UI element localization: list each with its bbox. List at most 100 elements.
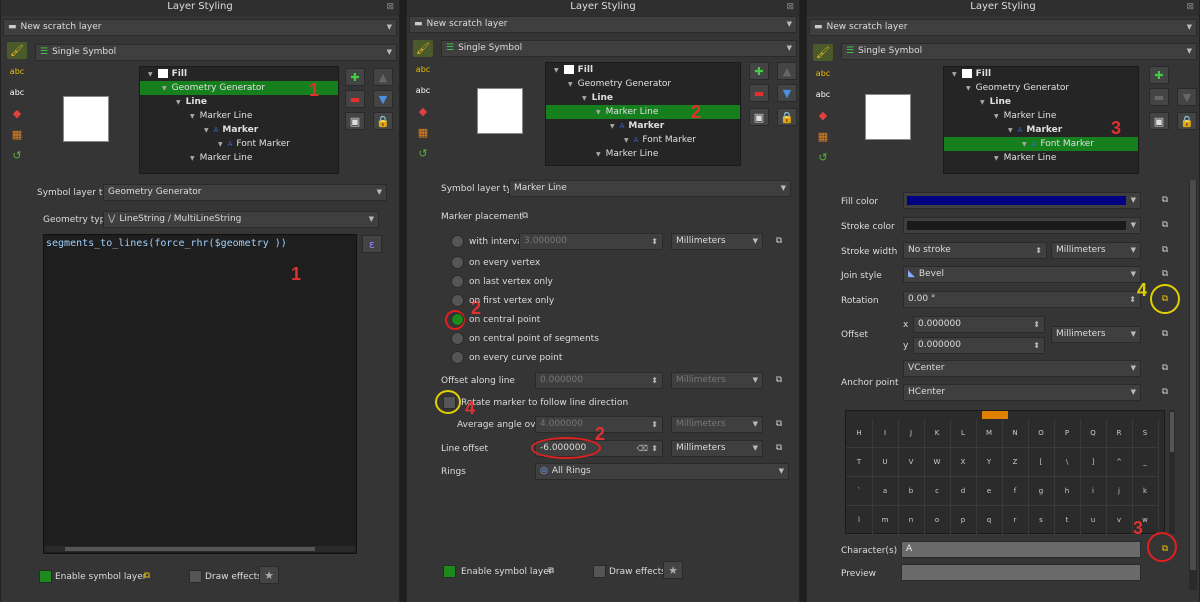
char-cell[interactable]: R <box>1106 419 1133 448</box>
tree-item[interactable]: ▼ A Font Marker <box>944 137 1138 151</box>
char-cell[interactable]: a <box>872 477 899 506</box>
symbology-icon[interactable]: 🖌 <box>7 42 27 59</box>
char-cell[interactable]: X <box>950 448 977 477</box>
enable-symbol-layer-checkbox[interactable] <box>39 570 52 583</box>
char-cell[interactable]: Z <box>1002 448 1029 477</box>
rings-combo[interactable]: ◎ All Rings ▼ <box>535 463 789 480</box>
expand-arrow-icon[interactable]: ▼ <box>148 71 153 78</box>
diagrams-icon[interactable]: ▦ <box>813 128 833 145</box>
average-angle-unit-combo[interactable]: Millimeters ▼ <box>671 416 763 433</box>
expand-arrow-icon[interactable]: ▼ <box>582 95 587 102</box>
lock-icon[interactable]: 🔒 <box>373 112 393 130</box>
move-up-button[interactable]: ▲ <box>373 68 393 86</box>
char-cell[interactable]: n <box>898 506 925 535</box>
layer-combo[interactable]: ▬ New scratch layer ▼ <box>409 16 797 33</box>
char-cell[interactable]: Q <box>1080 419 1107 448</box>
rotation-spinbox[interactable]: 0.00 ° ⬍ <box>903 291 1141 308</box>
close-icon[interactable]: ⊠ <box>386 0 394 14</box>
char-cell[interactable]: ` <box>846 477 873 506</box>
horizontal-scrollbar[interactable] <box>45 546 355 552</box>
data-defined-override-icon[interactable]: ⧉ <box>771 373 787 387</box>
character-map-scrollbar[interactable] <box>1169 410 1175 534</box>
expression-builder-button[interactable]: ε <box>362 235 382 253</box>
history-icon[interactable]: ↺ <box>813 149 833 166</box>
interval-unit-combo[interactable]: Millimeters ▼ <box>671 233 763 250</box>
stroke-color-button[interactable]: ▼ <box>903 217 1141 234</box>
move-down-button[interactable]: ▼ <box>1177 88 1197 106</box>
tree-item[interactable]: ▼ A Font Marker <box>140 137 338 151</box>
char-cell[interactable]: v <box>1106 506 1133 535</box>
char-cell[interactable]: b <box>898 477 925 506</box>
symbol-layer-type-combo[interactable]: Geometry Generator ▼ <box>103 184 387 201</box>
char-cell[interactable]: t <box>1054 506 1081 535</box>
char-cell[interactable]: _ <box>1132 448 1159 477</box>
draw-effects-checkbox[interactable] <box>189 570 202 583</box>
duplicate-layer-button[interactable]: ▣ <box>1149 112 1169 130</box>
stroke-width-unit-combo[interactable]: Millimeters ▼ <box>1051 242 1141 259</box>
expand-arrow-icon[interactable]: ▼ <box>190 155 195 162</box>
char-cell[interactable]: N <box>1002 419 1029 448</box>
tree-item[interactable]: ▼ Marker Line <box>140 109 338 123</box>
data-defined-override-icon[interactable]: ⧉ <box>1157 361 1173 375</box>
layer-combo[interactable]: ▬ New scratch layer ▼ <box>3 19 397 36</box>
expand-arrow-icon[interactable]: ▼ <box>952 71 957 78</box>
move-down-button[interactable]: ▼ <box>373 90 393 108</box>
renderer-combo[interactable]: ☰ Single Symbol ▼ <box>841 43 1197 60</box>
join-style-combo[interactable]: ◣ Bevel ▼ <box>903 266 1141 283</box>
add-layer-button[interactable]: ✚ <box>345 68 365 86</box>
radio-with-interval[interactable] <box>451 235 464 248</box>
tree-item[interactable]: ▼ Fill <box>944 67 1138 81</box>
offset-along-unit-combo[interactable]: Millimeters ▼ <box>671 372 763 389</box>
char-cell[interactable]: S <box>1132 419 1159 448</box>
char-cell[interactable]: M <box>976 419 1003 448</box>
offset-y-spinbox[interactable]: 0.000000 ⬍ <box>913 337 1045 354</box>
expand-arrow-icon[interactable]: ▼ <box>204 127 209 134</box>
char-cell[interactable]: O <box>1028 419 1055 448</box>
char-cell[interactable]: V <box>898 448 925 477</box>
char-cell[interactable]: I <box>872 419 899 448</box>
data-defined-override-icon[interactable]: ⧉ <box>771 417 787 431</box>
char-cell[interactable]: U <box>872 448 899 477</box>
char-cell[interactable]: ] <box>1080 448 1107 477</box>
data-defined-override-icon[interactable]: ⧉ <box>1157 218 1173 232</box>
tree-item[interactable]: ▼ Line <box>546 91 740 105</box>
symbology-icon[interactable]: 🖌 <box>413 40 433 57</box>
symbol-layer-tree[interactable]: ▼ Fill ▼ Geometry Generator ▼ Line ▼ Marker Lin… <box>545 62 741 166</box>
lock-icon[interactable]: 🔒 <box>777 108 797 126</box>
tree-item[interactable]: ▼ Marker Line <box>546 147 740 161</box>
data-defined-override-icon[interactable]: ⧉ <box>139 569 155 583</box>
expand-arrow-icon[interactable]: ▼ <box>966 85 971 92</box>
diagrams-icon[interactable]: ▦ <box>7 126 27 143</box>
expand-arrow-icon[interactable]: ▼ <box>994 113 999 120</box>
radio-placement[interactable] <box>451 351 464 364</box>
masks-icon[interactable]: abc <box>813 86 833 103</box>
data-defined-override-icon[interactable]: ⧉ <box>771 234 787 248</box>
offset-along-spinbox[interactable]: 0.000000 ⬍ <box>535 372 663 389</box>
char-cell[interactable]: J <box>898 419 925 448</box>
expand-arrow-icon[interactable]: ▼ <box>994 155 999 162</box>
labels-icon[interactable]: abc <box>413 61 433 78</box>
expand-arrow-icon[interactable]: ▼ <box>190 113 195 120</box>
enable-symbol-layer-checkbox[interactable] <box>443 565 456 578</box>
offset-unit-combo[interactable]: Millimeters ▼ <box>1051 326 1141 343</box>
close-icon[interactable]: ⊠ <box>786 0 794 14</box>
char-cell[interactable]: k <box>1132 477 1159 506</box>
char-cell[interactable]: o <box>924 506 951 535</box>
move-down-button[interactable]: ▼ <box>777 84 797 102</box>
tree-item[interactable]: ▼ Geometry Generator <box>944 81 1138 95</box>
data-defined-override-icon[interactable]: ⧉ <box>1157 327 1173 341</box>
lock-icon[interactable]: 🔒 <box>1177 112 1197 130</box>
tree-item[interactable]: ▼ Geometry Generator <box>546 77 740 91</box>
effects-star-icon[interactable]: ★ <box>259 566 279 584</box>
char-cell[interactable]: P <box>1054 419 1081 448</box>
expand-arrow-icon[interactable]: ▼ <box>596 151 601 158</box>
expand-arrow-icon[interactable]: ▼ <box>1022 141 1027 148</box>
char-cell[interactable]: e <box>976 477 1003 506</box>
expand-arrow-icon[interactable]: ▼ <box>1008 127 1013 134</box>
data-defined-override-icon[interactable]: ⧉ <box>771 441 787 455</box>
char-cell[interactable]: ^ <box>1106 448 1133 477</box>
tree-item[interactable]: ▼ A Marker <box>944 123 1138 137</box>
tree-item[interactable]: ▼ Marker Line <box>944 109 1138 123</box>
remove-layer-button[interactable]: ▬ <box>345 90 365 108</box>
char-cell[interactable]: r <box>1002 506 1029 535</box>
